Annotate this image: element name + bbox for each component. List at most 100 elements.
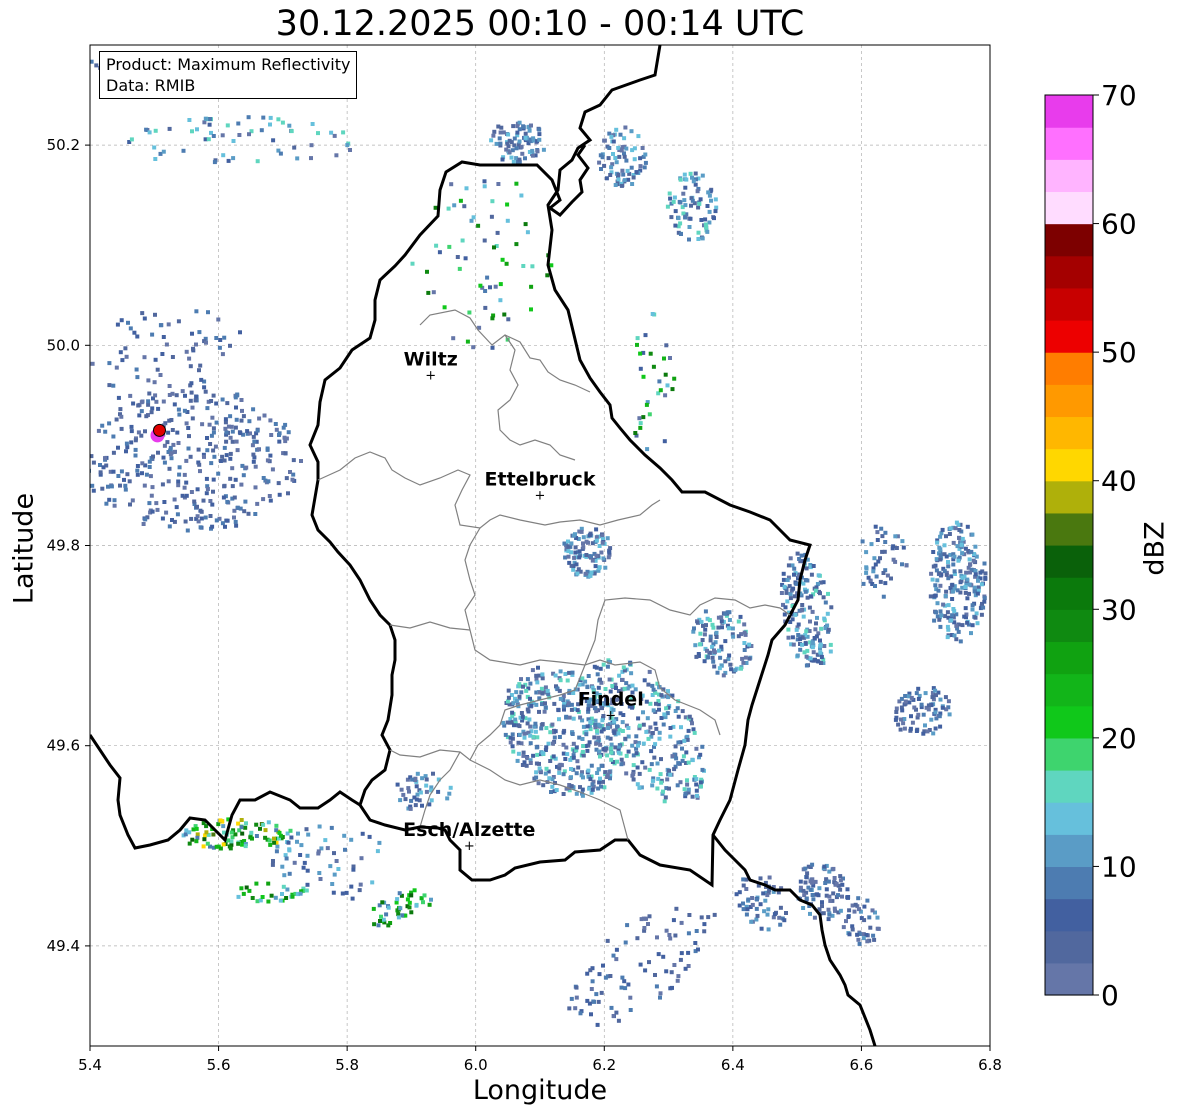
echo-pixel — [669, 215, 674, 220]
echo-pixel — [316, 131, 320, 136]
echo-pixel — [937, 571, 942, 576]
echo-pixel — [536, 665, 540, 670]
echo-pixel — [290, 477, 295, 482]
y-axis-label: Latitude — [8, 492, 40, 605]
echo-pixel — [581, 744, 586, 748]
echo-pixel — [592, 735, 597, 740]
echo-pixel — [550, 722, 555, 727]
echo-pixel — [128, 502, 132, 507]
echo-pixel — [683, 185, 688, 190]
echo-pixel — [605, 664, 610, 669]
echo-pixel — [284, 436, 289, 441]
echo-pixel — [596, 735, 601, 740]
echo-pixel — [243, 825, 248, 830]
echo-pixel — [589, 987, 594, 991]
echo-pixel — [492, 129, 497, 134]
echo-pixel — [638, 366, 643, 371]
echo-pixel — [866, 575, 871, 580]
echo-pixel — [254, 834, 259, 838]
echo-pixel — [644, 699, 649, 704]
echo-pixel — [221, 153, 226, 158]
echo-pixel — [222, 445, 227, 450]
echo-pixel — [673, 209, 678, 214]
echo-pixel — [719, 644, 724, 649]
echo-pixel — [690, 198, 695, 203]
echo-pixel — [533, 729, 538, 734]
echo-pixel — [819, 655, 824, 659]
echo-pixel — [223, 426, 228, 431]
echo-pixel — [967, 582, 972, 587]
echo-pixel — [969, 549, 974, 554]
echo-pixel — [358, 882, 363, 887]
echo-pixel — [445, 796, 450, 801]
echo-pixel — [524, 688, 529, 693]
colorbar-segment — [1045, 512, 1093, 546]
echo-pixel — [868, 925, 873, 930]
echo-pixel — [280, 892, 284, 896]
echo-pixel — [525, 230, 530, 235]
echo-pixel — [131, 401, 136, 406]
x-tick-label: 6.4 — [721, 1056, 745, 1074]
echo-pixel — [521, 753, 526, 758]
echo-pixel — [643, 160, 648, 165]
echo-pixel — [566, 554, 571, 559]
echo-pixel — [212, 160, 217, 165]
echo-pixel — [682, 738, 687, 743]
echo-pixel — [119, 318, 124, 323]
echo-pixel — [510, 732, 515, 737]
echo-pixel — [621, 665, 626, 670]
echo-pixel — [564, 715, 569, 720]
echo-pixel — [587, 786, 592, 791]
echo-pixel — [575, 759, 580, 764]
echo-pixel — [786, 563, 791, 568]
echo-pixel — [738, 614, 743, 619]
echo-pixel — [371, 906, 376, 911]
echo-pixel — [668, 726, 673, 730]
echo-pixel — [970, 532, 975, 537]
echo-pixel — [755, 913, 760, 918]
echo-pixel — [169, 451, 174, 456]
echo-pixel — [825, 623, 830, 628]
echo-pixel — [635, 342, 639, 347]
echo-pixel — [744, 887, 749, 891]
echo-pixel — [931, 550, 936, 554]
echo-pixel — [204, 340, 208, 345]
echo-pixel — [678, 177, 683, 182]
colorbar-segment — [1045, 802, 1093, 835]
echo-pixel — [344, 890, 349, 895]
echo-pixel — [772, 912, 777, 917]
echo-pixel — [271, 859, 275, 863]
echo-pixel — [692, 626, 696, 631]
echo-pixel — [625, 168, 630, 173]
echo-pixel — [176, 441, 181, 445]
echo-pixel — [626, 749, 631, 754]
echo-pixel — [605, 536, 610, 541]
echo-pixel — [241, 473, 246, 478]
echo-pixel — [699, 619, 704, 624]
echo-pixel — [647, 914, 652, 919]
echo-pixel — [869, 542, 874, 547]
echo-pixel — [182, 472, 187, 477]
echo-pixel — [946, 699, 951, 704]
echo-pixel — [214, 844, 219, 849]
echo-pixel — [265, 458, 270, 463]
echo-pixel — [446, 206, 451, 211]
echo-pixel — [246, 115, 251, 120]
echo-pixel — [811, 897, 816, 902]
echo-pixel — [505, 202, 510, 207]
echo-pixel — [144, 127, 149, 132]
echo-pixel — [950, 597, 955, 601]
echo-pixel — [360, 831, 365, 836]
echo-pixel — [926, 707, 931, 712]
echo-pixel — [707, 618, 712, 623]
echo-pixel — [878, 579, 883, 584]
echo-pixel — [491, 133, 496, 138]
echo-pixel — [669, 970, 674, 975]
echo-pixel — [421, 900, 425, 905]
echo-pixel — [923, 723, 927, 728]
echo-pixel — [878, 556, 882, 561]
echo-pixel — [807, 605, 812, 610]
echo-pixel — [147, 501, 152, 506]
echo-pixel — [619, 183, 624, 188]
echo-pixel — [726, 626, 731, 631]
